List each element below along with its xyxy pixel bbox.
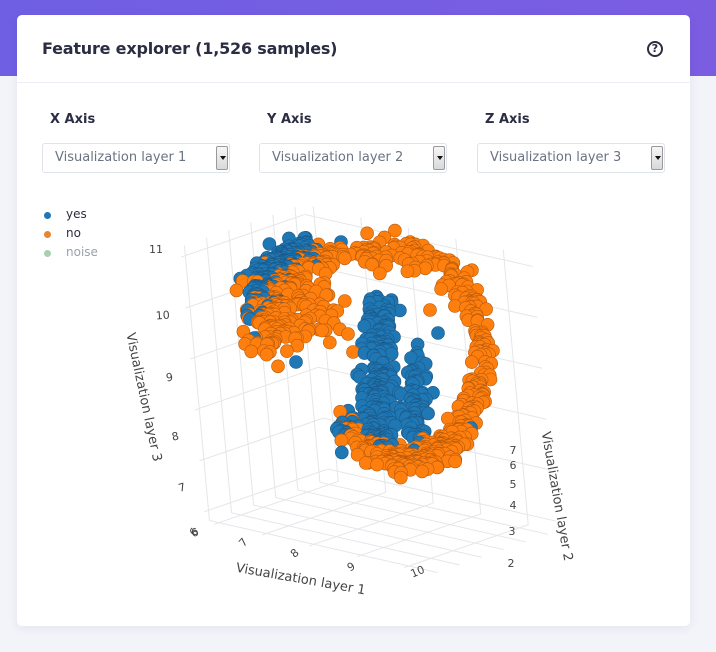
- data-point-yes: [421, 406, 435, 421]
- y-tick-label: 5: [510, 478, 517, 491]
- data-point-no: [334, 433, 349, 448]
- data-point-no: [358, 456, 373, 470]
- scatter3d-plot[interactable]: 678910116789 10 234567 Visualization layer…: [0, 0, 716, 652]
- data-point-no: [360, 226, 374, 241]
- data-point-no: [423, 303, 437, 317]
- z-tick-label: 11: [149, 243, 163, 256]
- data-point-no: [271, 359, 285, 374]
- z-axis-title: Visualization layer 3: [122, 332, 164, 464]
- grid-line-x-floor: [214, 480, 339, 525]
- x-tick-label: 9: [345, 560, 358, 575]
- y-tick-label: 3: [509, 525, 516, 538]
- grid-line-y-side: [206, 237, 233, 513]
- grid-line-z-side: [194, 366, 319, 411]
- data-point-no: [322, 335, 337, 350]
- y-tick-label: 4: [510, 499, 517, 512]
- y-tick-label: 7: [510, 444, 517, 457]
- data-point-yes: [334, 445, 349, 460]
- grid-line-y-floor: [231, 512, 460, 566]
- y-tick-label: 2: [508, 557, 515, 570]
- data-point-no: [346, 345, 360, 359]
- grid-line-z-wall: [327, 468, 556, 522]
- data-point-no: [448, 454, 463, 469]
- data-point-no: [393, 470, 408, 485]
- grid-line-y-side: [183, 245, 210, 521]
- z-tick-label: 9: [165, 371, 174, 385]
- data-point-no: [341, 327, 355, 341]
- data-point-no: [337, 251, 352, 266]
- data-points: [229, 223, 500, 485]
- data-point-no: [464, 355, 479, 369]
- z-tick-label: 7: [177, 480, 187, 494]
- data-point-no: [372, 266, 387, 281]
- z-tick-label: 8: [170, 429, 180, 443]
- data-point-no: [259, 347, 274, 362]
- x-tick-label: 10: [409, 563, 427, 580]
- data-point-no: [434, 282, 448, 296]
- data-point-no: [415, 464, 429, 479]
- grid-line-y-floor: [275, 497, 504, 551]
- x-tick-label: 7: [236, 536, 250, 550]
- data-point-no: [315, 323, 329, 338]
- grid-line-y-floor: [297, 489, 526, 543]
- data-point-no: [280, 344, 294, 358]
- data-point-yes: [431, 326, 445, 340]
- data-point-no: [400, 264, 415, 279]
- x-tick-label: 8: [288, 546, 302, 561]
- data-point-yes: [289, 355, 303, 369]
- y-tick-label: 6: [510, 459, 517, 472]
- grid-line-z-side: [199, 417, 324, 462]
- z-tick-label: 10: [155, 309, 170, 323]
- data-point-no: [370, 457, 384, 472]
- data-point-no: [229, 283, 244, 298]
- y-axis-title: Visualization layer 2: [538, 430, 576, 562]
- data-point-no: [244, 344, 258, 359]
